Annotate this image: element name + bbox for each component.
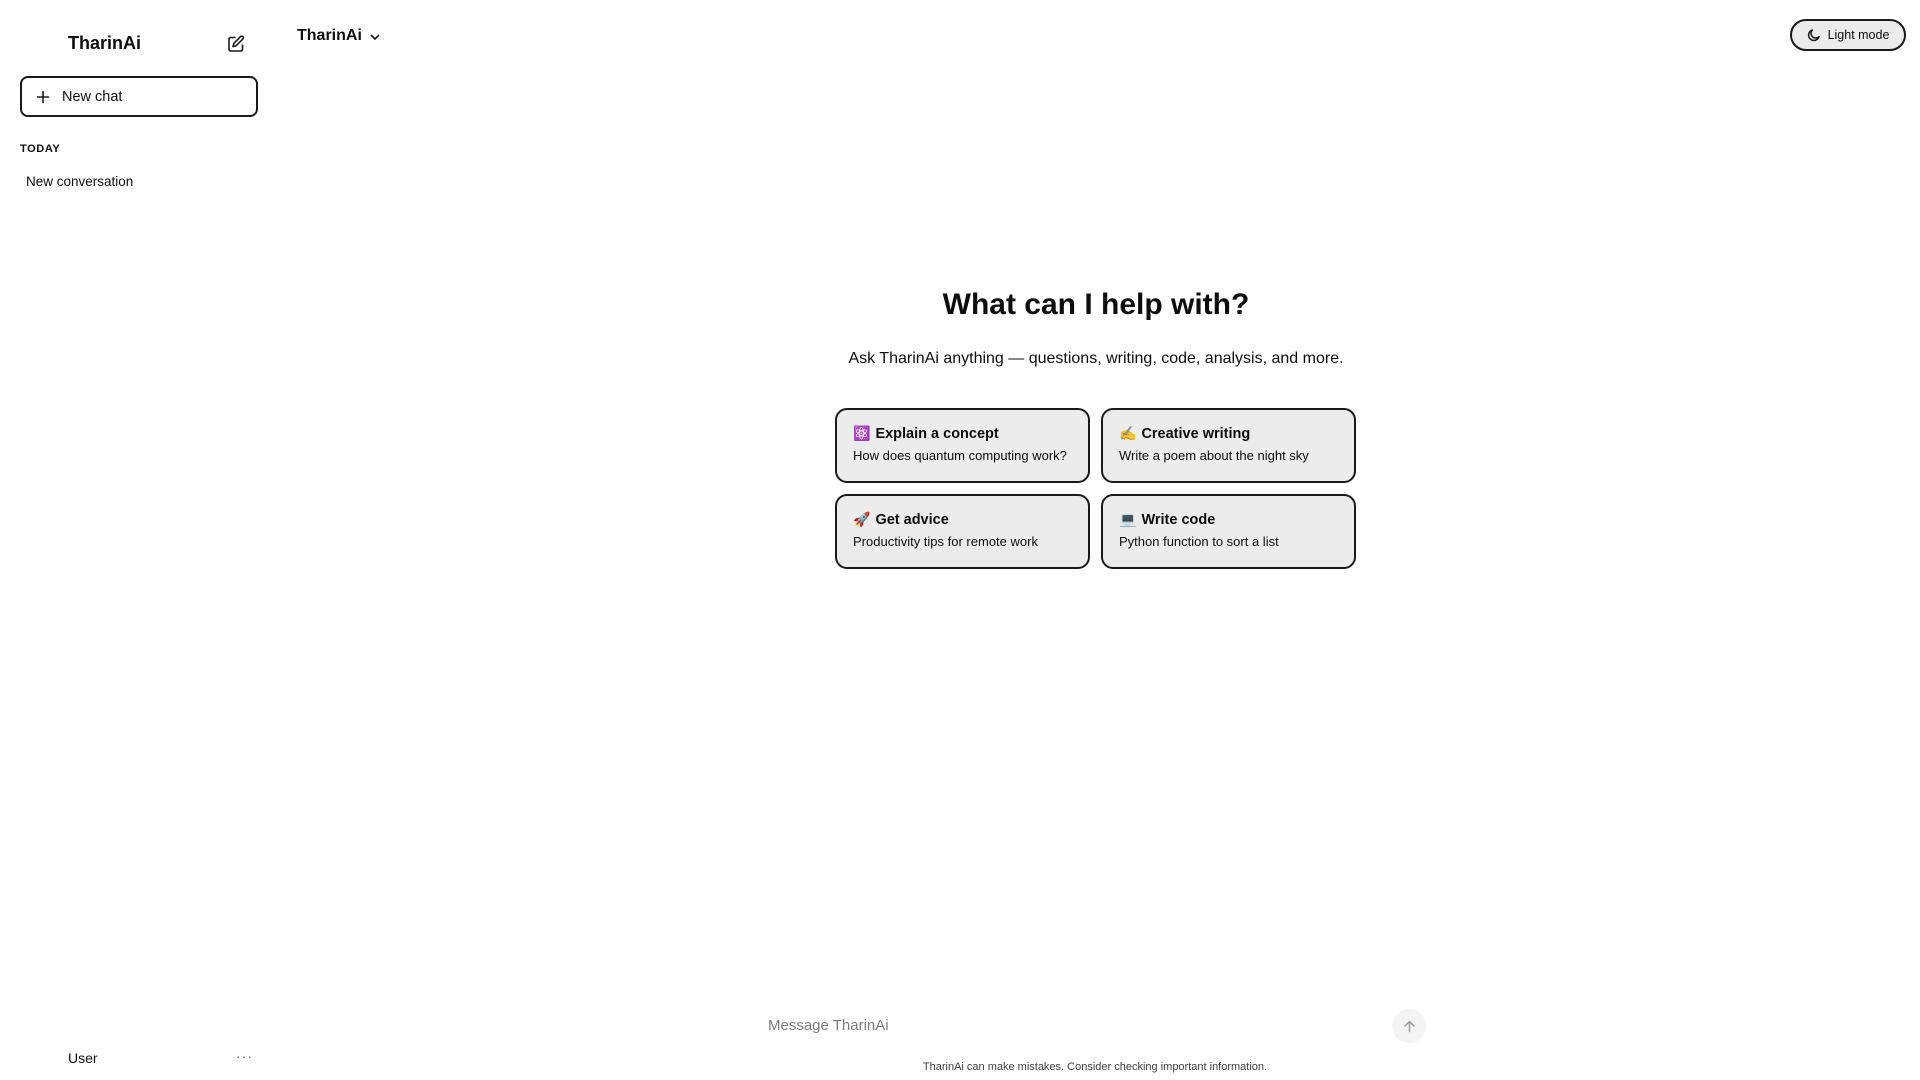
more-options-button[interactable]: ···	[236, 1048, 253, 1064]
model-selector[interactable]: TharinAi	[297, 24, 381, 48]
sidebar-conversation-item[interactable]: New conversation	[20, 171, 258, 193]
laptop-icon: 💻	[1119, 511, 1137, 527]
suggestion-card-get-advice[interactable]: 🚀 Get advice Productivity tips for remot…	[835, 494, 1090, 569]
atom-icon: ⚛️	[853, 425, 871, 441]
new-chat-button[interactable]: New chat	[20, 76, 258, 117]
message-input[interactable]	[768, 1011, 1348, 1039]
suggestion-card-write-code[interactable]: 💻 Write code Python function to sort a l…	[1101, 494, 1356, 569]
sidebar-section-today: TODAY	[20, 143, 61, 155]
arrow-up-icon	[1403, 1020, 1415, 1032]
suggestion-card-title: ⚛️ Explain a concept	[853, 425, 1088, 442]
suggestion-card-title: 🚀 Get advice	[853, 511, 1088, 528]
writing-hand-icon: ✍️	[1119, 425, 1137, 441]
moon-icon	[1807, 28, 1821, 42]
page-title: What can I help with?	[942, 288, 1250, 321]
plus-icon	[36, 90, 50, 104]
suggestion-card-subtitle: Productivity tips for remote work	[853, 534, 1038, 549]
disclaimer-text: TharinAi can make mistakes. Consider che…	[922, 1061, 1268, 1073]
suggestion-card-title-text: Write code	[1141, 511, 1216, 528]
suggestion-card-title-text: Creative writing	[1141, 425, 1251, 442]
rocket-icon: 🚀	[853, 511, 871, 527]
theme-toggle-button[interactable]: Light mode	[1790, 19, 1906, 51]
suggestion-cards: ⚛️ Explain a concept How does quantum co…	[835, 408, 1357, 569]
suggestion-card-title: ✍️ Creative writing	[1119, 425, 1354, 442]
suggestion-card-title-text: Explain a concept	[875, 425, 999, 442]
page-subtitle: Ask TharinAi anything — questions, writi…	[848, 350, 1344, 367]
sidebar-header: TharinAi	[0, 0, 276, 88]
suggestion-card-subtitle: How does quantum computing work?	[853, 448, 1067, 463]
message-composer	[760, 1005, 1430, 1045]
edit-icon[interactable]	[226, 34, 246, 54]
user-name[interactable]: User	[68, 1050, 98, 1066]
suggestion-card-title-text: Get advice	[875, 511, 949, 528]
new-chat-label: New chat	[62, 88, 123, 105]
model-name: TharinAi	[297, 27, 362, 44]
chevron-down-icon	[369, 30, 381, 42]
suggestion-card-subtitle: Python function to sort a list	[1119, 534, 1279, 549]
sidebar: TharinAi New chat TODAY New conversation…	[0, 0, 276, 1080]
suggestion-card-title: 💻 Write code	[1119, 511, 1354, 528]
suggestion-card-subtitle: Write a poem about the night sky	[1119, 448, 1309, 463]
send-button[interactable]	[1392, 1009, 1426, 1043]
sidebar-title: TharinAi	[68, 33, 142, 53]
theme-toggle-label: Light mode	[1827, 28, 1890, 42]
suggestion-card-explain-concept[interactable]: ⚛️ Explain a concept How does quantum co…	[835, 408, 1090, 483]
suggestion-card-creative-writing[interactable]: ✍️ Creative writing Write a poem about t…	[1101, 408, 1356, 483]
